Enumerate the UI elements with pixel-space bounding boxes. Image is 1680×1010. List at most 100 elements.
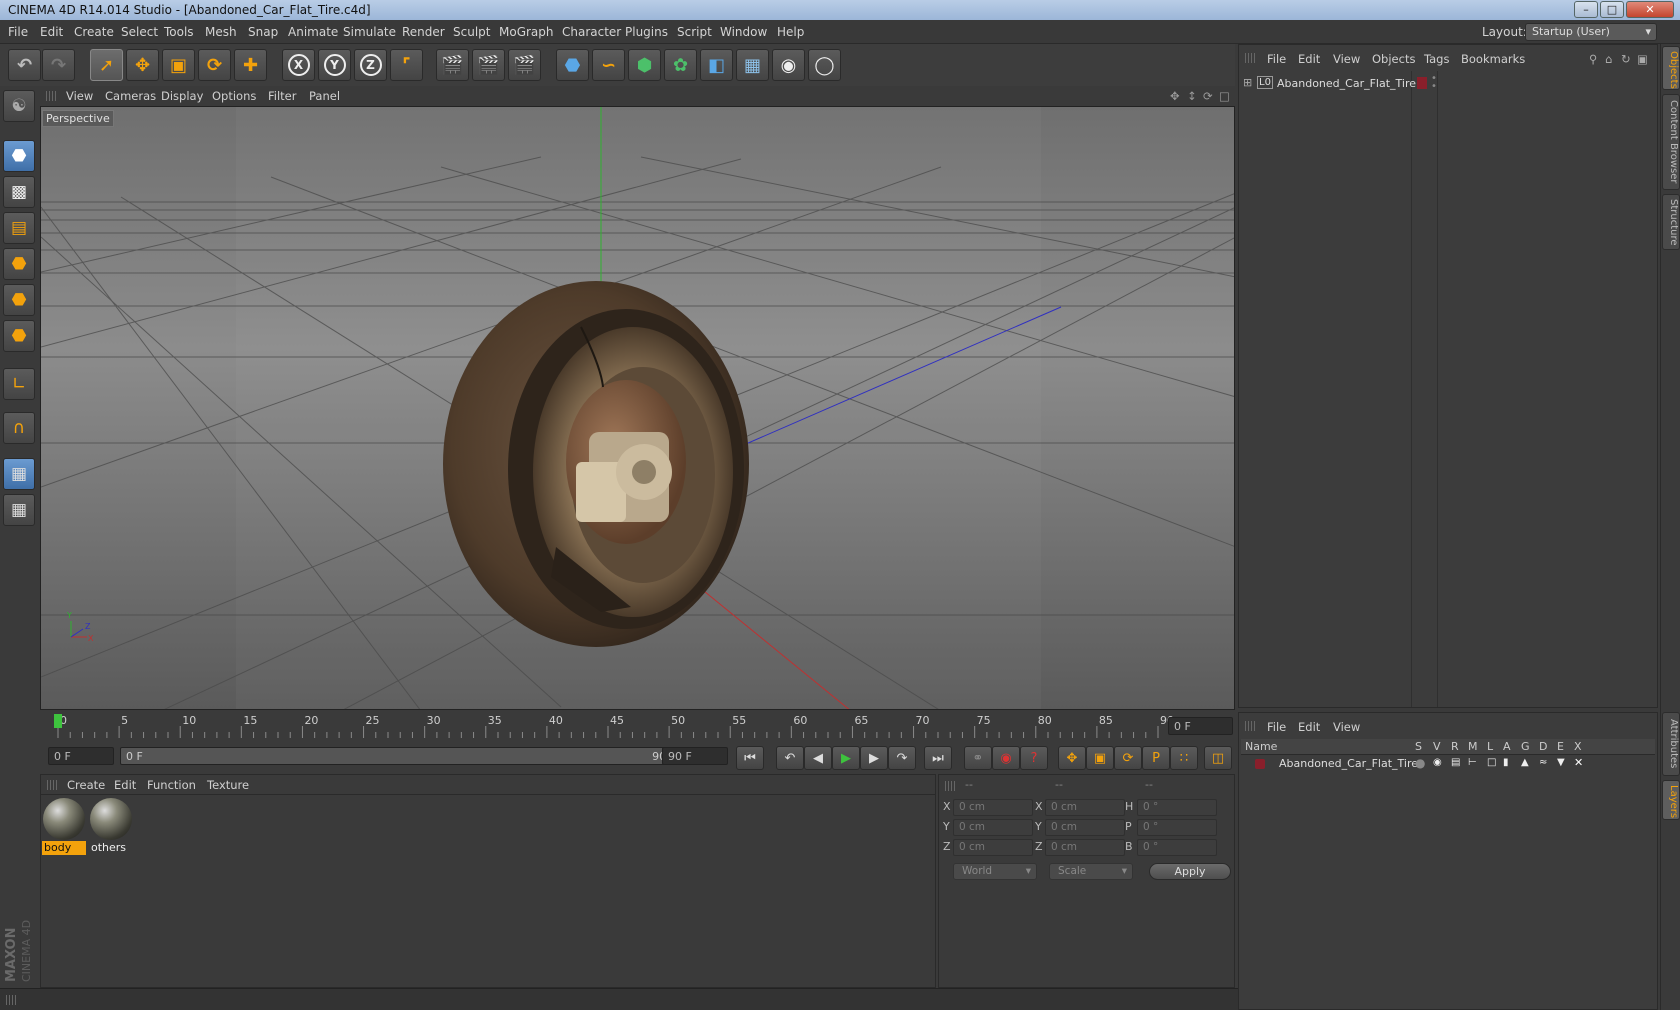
tab-structure[interactable]: Structure bbox=[1662, 194, 1680, 250]
array-button[interactable]: ✿ bbox=[664, 49, 697, 81]
vp-move-icon[interactable]: ✥ bbox=[1170, 89, 1180, 103]
floor-button[interactable]: ▦ bbox=[736, 49, 769, 81]
panel-grip[interactable] bbox=[1245, 721, 1255, 731]
camera-button[interactable]: ◉ bbox=[772, 49, 805, 81]
obj-menu-tags[interactable]: Tags bbox=[1424, 52, 1449, 66]
layer-menu-file[interactable]: File bbox=[1267, 720, 1286, 734]
light-button[interactable]: ◯ bbox=[808, 49, 841, 81]
frame-range-slider[interactable]: 0 F 90 F bbox=[120, 747, 695, 765]
manager-tree-icon[interactable]: ⊢ bbox=[1468, 757, 1477, 768]
menu-window[interactable]: Window bbox=[720, 25, 767, 39]
panel-grip[interactable] bbox=[47, 780, 57, 790]
autokey-button[interactable]: ◉ bbox=[992, 746, 1020, 770]
tab-objects[interactable]: Objects bbox=[1662, 46, 1680, 90]
rot-h-field[interactable]: 0 ° bbox=[1137, 799, 1217, 816]
obj-menu-view[interactable]: View bbox=[1333, 52, 1360, 66]
start-frame-field[interactable]: 0 F bbox=[48, 747, 114, 765]
col-name[interactable]: Name bbox=[1245, 740, 1277, 753]
pos-z-field[interactable]: 0 cm bbox=[953, 839, 1033, 856]
menu-file[interactable]: File bbox=[8, 25, 28, 39]
current-frame-field[interactable]: 0 F bbox=[1168, 717, 1233, 735]
model-mode-button[interactable]: ⬣ bbox=[3, 140, 35, 172]
polygons-mode-button[interactable]: ⬣ bbox=[3, 320, 35, 352]
menu-render[interactable]: Render bbox=[402, 25, 445, 39]
recent-tool-button[interactable]: ✚ bbox=[234, 49, 267, 81]
tab-layers[interactable]: Layers bbox=[1662, 780, 1680, 820]
lock-icon[interactable]: □ bbox=[1487, 757, 1496, 768]
key-scale-button[interactable]: ▣ bbox=[1086, 746, 1114, 770]
panel-grip[interactable] bbox=[945, 781, 955, 791]
generator-icon[interactable]: ▲ bbox=[1521, 757, 1529, 768]
obj-menu-objects[interactable]: Objects bbox=[1372, 52, 1415, 66]
col-view[interactable]: V bbox=[1433, 740, 1441, 753]
keyframe-selection-button[interactable]: ? bbox=[1020, 746, 1048, 770]
visibility-dots-icon[interactable]: • • bbox=[1431, 74, 1437, 92]
back-icon[interactable]: ↻ bbox=[1621, 52, 1631, 66]
key-pla-button[interactable]: ∷ bbox=[1170, 746, 1198, 770]
menu-tools[interactable]: Tools bbox=[164, 25, 194, 39]
search-icon[interactable]: ⚲ bbox=[1589, 52, 1597, 66]
size-y-field[interactable]: 0 cm bbox=[1045, 819, 1125, 836]
go-to-end-button[interactable]: ⏭ bbox=[924, 746, 952, 770]
vp-maximize-icon[interactable]: □ bbox=[1219, 89, 1230, 103]
col-manager[interactable]: M bbox=[1468, 740, 1478, 753]
panel-grip[interactable] bbox=[1245, 53, 1255, 63]
vp-rotate-icon[interactable]: ⟳ bbox=[1203, 89, 1213, 103]
key-parameter-button[interactable]: P bbox=[1142, 746, 1170, 770]
key-rotation-button[interactable]: ⟳ bbox=[1114, 746, 1142, 770]
col-generators[interactable]: G bbox=[1521, 740, 1530, 753]
nurbs-button[interactable]: ⬢ bbox=[628, 49, 661, 81]
render-icon[interactable]: ▤ bbox=[1451, 757, 1460, 768]
new-view-icon[interactable]: ▣ bbox=[1637, 52, 1648, 66]
rot-p-field[interactable]: 0 ° bbox=[1137, 819, 1217, 836]
obj-menu-file[interactable]: File bbox=[1267, 52, 1286, 66]
pos-x-field[interactable]: 0 cm bbox=[953, 799, 1033, 816]
edges-mode-button[interactable]: ⬣ bbox=[3, 284, 35, 316]
next-key-button[interactable]: ↷ bbox=[888, 746, 916, 770]
z-axis-button[interactable]: Z bbox=[354, 49, 387, 81]
make-editable-button[interactable]: ☯ bbox=[3, 90, 35, 122]
live-selection-button[interactable]: ➚ bbox=[90, 49, 123, 81]
col-deformers[interactable]: D bbox=[1539, 740, 1547, 753]
timeline-button[interactable]: ◫ bbox=[1204, 746, 1232, 770]
col-solo[interactable]: S bbox=[1415, 740, 1422, 753]
mat-menu-edit[interactable]: Edit bbox=[114, 778, 136, 792]
spline-button[interactable]: ∽ bbox=[592, 49, 625, 81]
obj-menu-edit[interactable]: Edit bbox=[1298, 52, 1320, 66]
xref-icon[interactable]: ✕ bbox=[1574, 756, 1583, 769]
col-animation[interactable]: A bbox=[1503, 740, 1511, 753]
menu-edit[interactable]: Edit bbox=[40, 25, 63, 39]
coordinate-mode-select[interactable]: World ▾ bbox=[953, 863, 1037, 880]
mat-menu-function[interactable]: Function bbox=[147, 778, 196, 792]
pos-y-field[interactable]: 0 cm bbox=[953, 819, 1033, 836]
render-picture-viewer-button[interactable]: 🎬 bbox=[472, 49, 505, 81]
menu-script[interactable]: Script bbox=[677, 25, 712, 39]
previous-frame-button[interactable]: ◀ bbox=[804, 746, 832, 770]
vp-menu-view[interactable]: View bbox=[66, 89, 93, 103]
expand-icon[interactable]: ⊞ bbox=[1243, 76, 1252, 89]
vp-menu-display[interactable]: Display bbox=[161, 89, 203, 103]
close-button[interactable]: ✕ bbox=[1626, 1, 1674, 18]
col-render[interactable]: R bbox=[1451, 740, 1459, 753]
redo-button[interactable]: ↷ bbox=[42, 49, 75, 81]
layer-row[interactable]: Abandoned_Car_Flat_Tire ● ◉ ▤ ⊢ □ ▮ ▲ ≈ … bbox=[1241, 756, 1655, 772]
x-axis-button[interactable]: X bbox=[282, 49, 315, 81]
workplane-lock-button[interactable]: ▦ bbox=[3, 458, 35, 490]
vp-menu-cameras[interactable]: Cameras bbox=[105, 89, 156, 103]
texture-mode-button[interactable]: ▩ bbox=[3, 176, 35, 208]
size-mode-select[interactable]: Scale ▾ bbox=[1049, 863, 1133, 880]
tab-attributes[interactable]: Attributes bbox=[1662, 712, 1680, 776]
menu-snap[interactable]: Snap bbox=[248, 25, 278, 39]
scale-button[interactable]: ▣ bbox=[162, 49, 195, 81]
mat-menu-create[interactable]: Create bbox=[67, 778, 105, 792]
col-expressions[interactable]: E bbox=[1557, 740, 1564, 753]
size-x-field[interactable]: 0 cm bbox=[1045, 799, 1125, 816]
viewport-perspective[interactable]: Y X Z bbox=[40, 106, 1235, 710]
rotate-button[interactable]: ⟳ bbox=[198, 49, 231, 81]
key-position-button[interactable]: ✥ bbox=[1058, 746, 1086, 770]
menu-simulate[interactable]: Simulate bbox=[343, 25, 396, 39]
deformer-icon[interactable]: ≈ bbox=[1539, 757, 1547, 768]
object-row[interactable]: ⊞ L0 Abandoned_Car_Flat_Tire • • bbox=[1243, 74, 1653, 93]
cube-button[interactable]: ⬣ bbox=[556, 49, 589, 81]
menu-character[interactable]: Character bbox=[562, 25, 621, 39]
